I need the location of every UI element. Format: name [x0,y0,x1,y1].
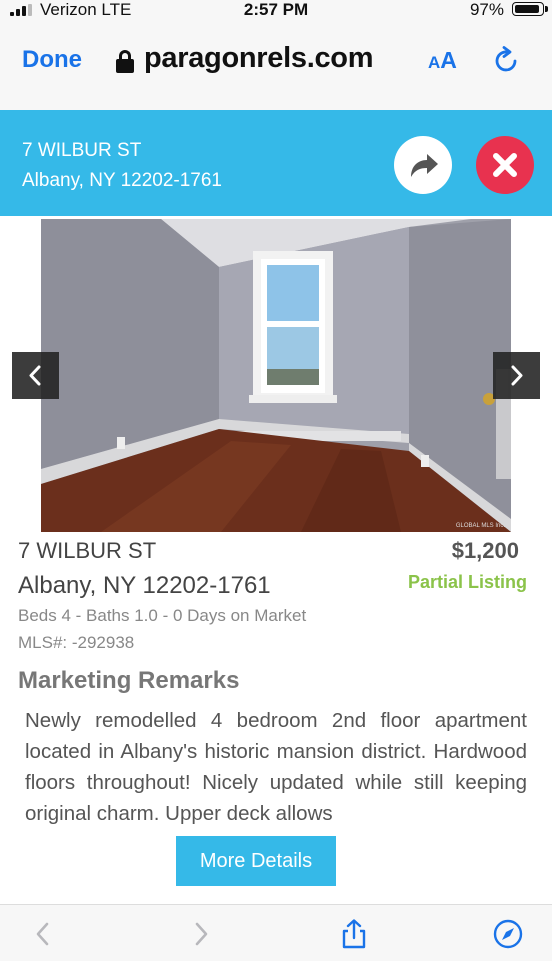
listing-summary: Beds 4 - Baths 1.0 - 0 Days on Market [18,606,307,625]
status-bar: Verizon LTE 2:57 PM 97% [0,0,552,24]
url-domain[interactable]: paragonrels.com [144,42,373,75]
listing-header: 7 WILBUR ST Albany, NY 12202-1761 [0,110,552,216]
listing-mls-number: MLS#: -292938 [18,633,135,652]
battery-icon [512,2,548,16]
battery-percent: 97% [469,0,504,19]
share-button[interactable] [394,136,452,194]
header-city: Albany, NY 12202-1761 [22,170,223,191]
remarks-text: Newly remodelled 4 bedroom 2nd floor apa… [25,709,527,825]
more-details-button[interactable]: More Details [176,836,336,886]
next-photo-button[interactable] [493,352,540,399]
listing-price: $1,200 [451,538,519,563]
listing-city: Albany, NY 12202-1761 [18,572,271,599]
previous-photo-button[interactable] [12,352,59,399]
share-arrow-icon [411,154,438,177]
lock-icon [116,50,134,73]
close-icon [493,153,517,177]
photo-watermark: GLOBAL MLS Inc. [455,523,505,529]
listing-street: 7 WILBUR ST [18,538,157,563]
battery-fill [515,5,539,13]
text-size-button[interactable]: AA [428,47,457,74]
share-icon[interactable] [339,919,369,949]
browser-address-bar: Done paragonrels.com AA [0,24,552,111]
chevron-right-icon [511,365,523,386]
compass-icon[interactable] [493,919,523,949]
text-size-small-glyph: A [428,53,441,72]
header-street: 7 WILBUR ST [22,140,142,161]
listing-photo[interactable]: GLOBAL MLS Inc. [41,219,511,532]
remarks-container: Newly remodelled 4 bedroom 2nd floor apa… [25,705,527,828]
done-button[interactable]: Done [22,46,82,74]
listing-status: Partial Listing [407,572,527,592]
back-icon[interactable] [28,919,58,949]
close-button[interactable] [476,136,534,194]
reload-icon[interactable] [494,46,520,74]
forward-icon[interactable] [186,919,216,949]
chevron-left-icon [29,365,41,386]
browser-toolbar [0,904,552,961]
text-size-large-glyph: A [440,47,457,73]
room-photo-image [41,219,511,532]
remarks-heading: Marketing Remarks [18,667,240,694]
